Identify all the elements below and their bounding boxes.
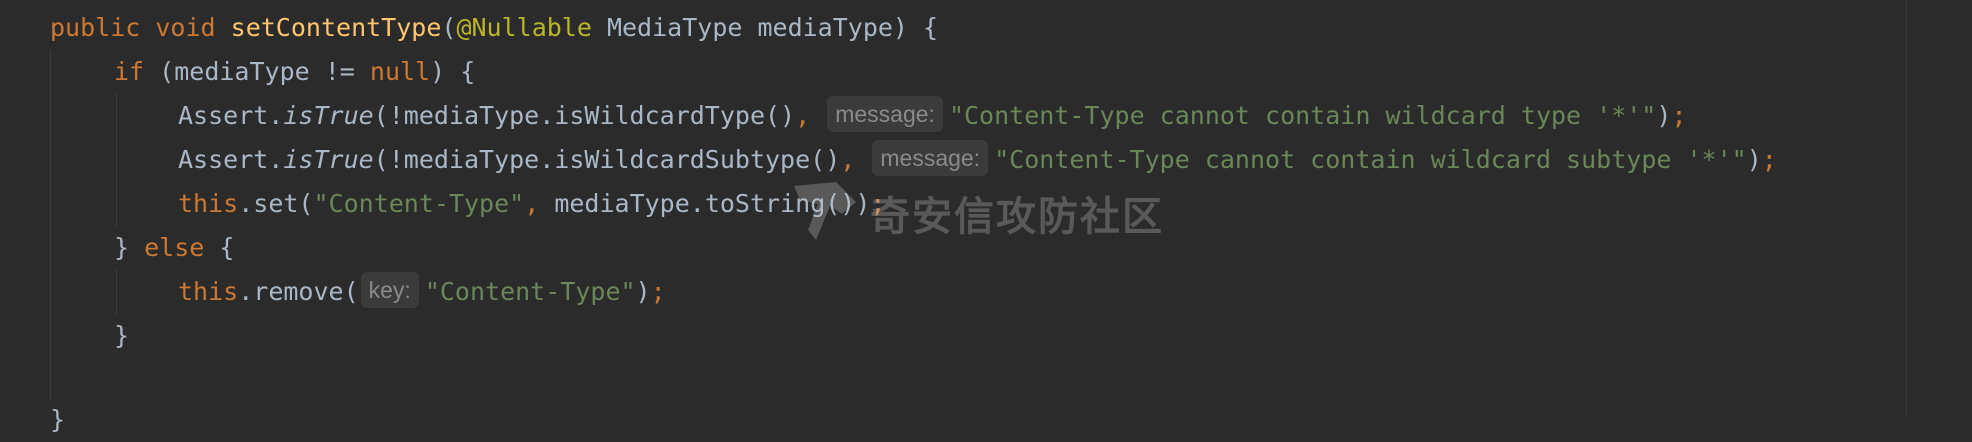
string-literal: "Content-Type cannot contain wildcard ty… bbox=[948, 101, 1657, 130]
string-literal: "Content-Type" bbox=[313, 189, 525, 218]
call-args: mediaType.toString()) bbox=[539, 189, 871, 218]
call-args: (!mediaType.isWildcardSubtype() bbox=[373, 145, 841, 174]
condition-start: (mediaType != bbox=[144, 57, 370, 86]
string-literal: "Content-Type cannot contain wildcard su… bbox=[994, 145, 1747, 174]
paren-close: ) bbox=[1656, 101, 1672, 130]
method-call-set: .set( bbox=[238, 189, 314, 218]
brace-close: } bbox=[114, 321, 130, 350]
watermark-text: 奇安信攻防社区 bbox=[870, 194, 1164, 240]
code-line-6[interactable]: } else { bbox=[114, 226, 234, 270]
code-line-1[interactable]: public void setContentType(@Nullable Med… bbox=[50, 6, 938, 50]
code-line-8[interactable]: } bbox=[114, 314, 129, 358]
keyword-this: this bbox=[178, 189, 239, 218]
parameter-list: MediaType mediaType) { bbox=[591, 13, 939, 42]
keyword-else: else bbox=[144, 233, 205, 262]
method-istrue: isTrue bbox=[283, 101, 374, 130]
code-editor[interactable]: public void setContentType(@Nullable Med… bbox=[0, 0, 1972, 434]
method-istrue: isTrue bbox=[283, 145, 374, 174]
call-args: (!mediaType.isWildcardType() bbox=[373, 101, 796, 130]
parameter-hint-message: message: bbox=[872, 140, 989, 176]
keyword-public: public bbox=[50, 13, 141, 42]
keyword-void: void bbox=[155, 13, 216, 42]
condition-end: ) { bbox=[430, 57, 476, 86]
method-call-remove: .remove( bbox=[238, 277, 359, 306]
brace-close: } bbox=[114, 233, 145, 262]
parameter-hint-message: message: bbox=[827, 96, 943, 132]
code-line-10[interactable]: } bbox=[50, 398, 65, 442]
paren-close: ) bbox=[1746, 145, 1762, 174]
class-assert: Assert. bbox=[178, 145, 284, 174]
code-line-7[interactable]: this.remove(key: "Content-Type"); bbox=[178, 270, 666, 314]
keyword-this: this bbox=[178, 277, 239, 306]
paren-open: ( bbox=[441, 13, 457, 42]
indent-guide-method bbox=[50, 50, 51, 400]
code-line-3[interactable]: Assert.isTrue(!mediaType.isWildcardType(… bbox=[178, 94, 1687, 138]
keyword-if: if bbox=[114, 57, 145, 86]
brace-open: { bbox=[204, 233, 235, 262]
indent-guide-if bbox=[116, 92, 117, 228]
semicolon: ; bbox=[1761, 145, 1777, 174]
keyword-null: null bbox=[369, 57, 431, 86]
indent-guide-else bbox=[116, 268, 117, 316]
comma: , bbox=[795, 101, 811, 130]
right-margin-guide bbox=[1906, 0, 1907, 418]
brace-close: } bbox=[50, 405, 66, 434]
semicolon: ; bbox=[870, 189, 886, 218]
class-assert: Assert. bbox=[178, 101, 284, 130]
semicolon: ; bbox=[650, 277, 666, 306]
paren-close: ) bbox=[635, 277, 651, 306]
code-line-2[interactable]: if (mediaType != null) { bbox=[114, 50, 475, 94]
comma: , bbox=[524, 189, 540, 218]
code-line-5[interactable]: this.set("Content-Type", mediaType.toStr… bbox=[178, 182, 885, 226]
semicolon: ; bbox=[1671, 101, 1687, 130]
method-name: setContentType bbox=[230, 13, 442, 42]
comma: , bbox=[840, 145, 856, 174]
string-literal: "Content-Type" bbox=[424, 277, 636, 306]
annotation-nullable: @Nullable bbox=[456, 13, 592, 42]
parameter-hint-key: key: bbox=[360, 272, 419, 308]
code-line-4[interactable]: Assert.isTrue(!mediaType.isWildcardSubty… bbox=[178, 138, 1777, 182]
